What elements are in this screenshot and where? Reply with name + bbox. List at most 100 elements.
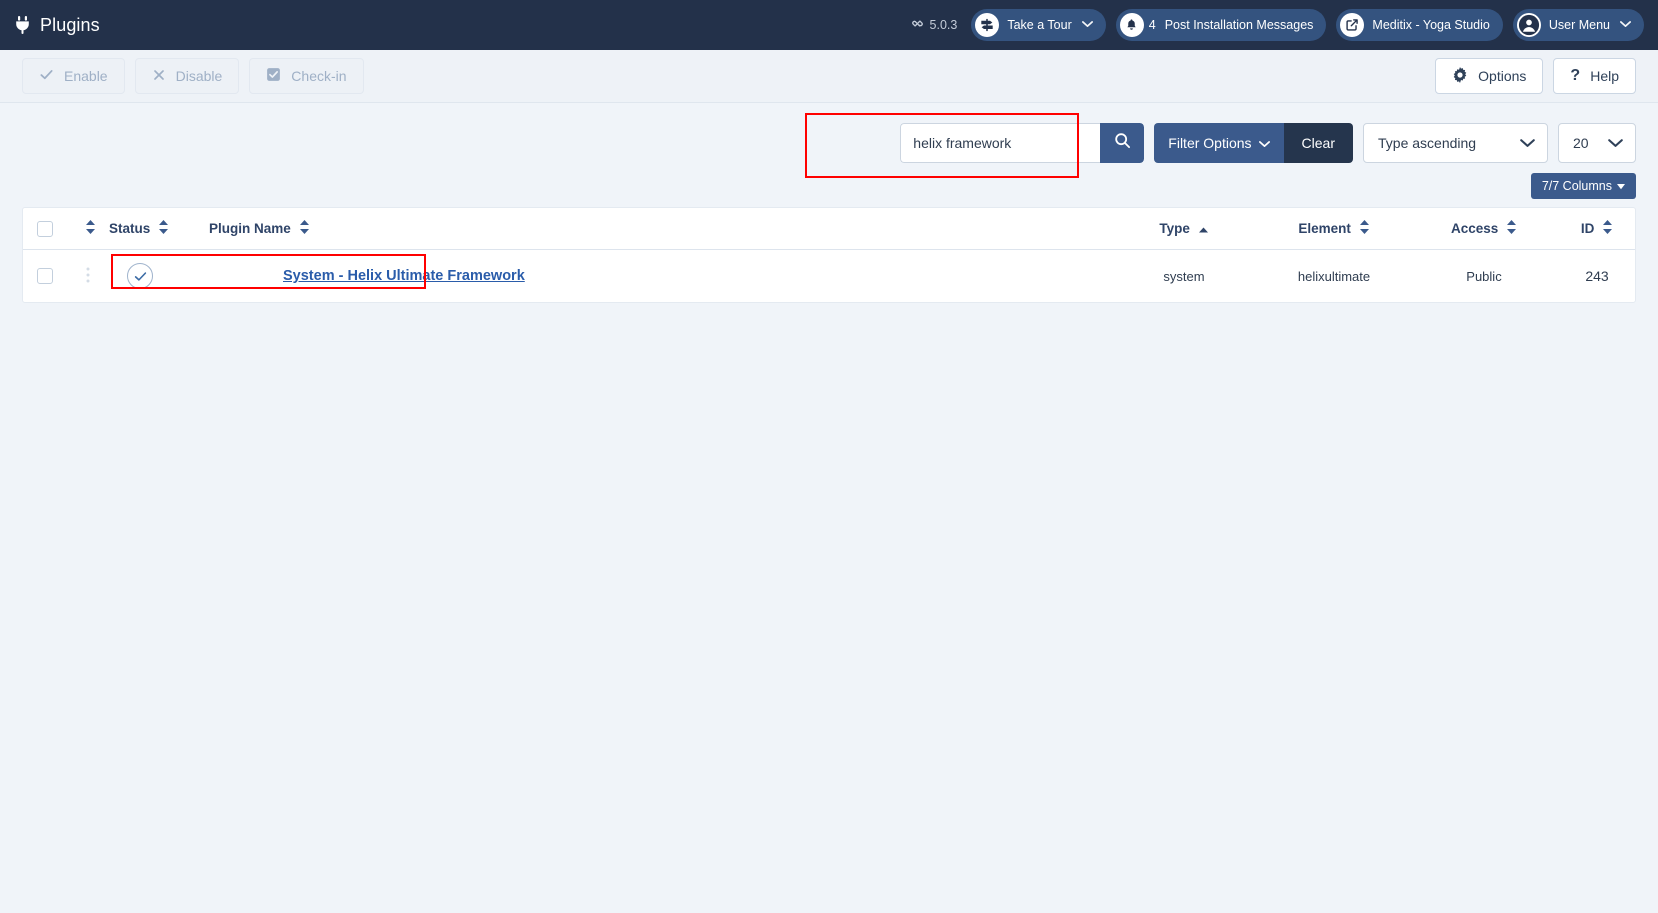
- sort-select[interactable]: Type ascending: [1363, 123, 1548, 163]
- take-a-tour-label: Take a Tour: [1007, 18, 1071, 32]
- row-plugin-name-cell: System - Helix Ultimate Framework: [195, 250, 1109, 303]
- checkin-button[interactable]: Check-in: [249, 58, 363, 94]
- sort-icon-id: [1602, 220, 1613, 237]
- clear-button[interactable]: Clear: [1284, 123, 1353, 163]
- filter-options-button[interactable]: Filter Options: [1154, 123, 1283, 163]
- chevron-down-icon: [1620, 20, 1631, 31]
- sort-icon-access: [1506, 220, 1517, 237]
- chevron-down-icon: [1507, 124, 1547, 162]
- messages-count: 4: [1149, 18, 1156, 32]
- table-body: System - Helix Ultimate Framework system…: [23, 250, 1635, 303]
- app-root: Plugins 5.0.3: [0, 0, 1658, 913]
- column-header-access[interactable]: Access: [1409, 208, 1559, 250]
- filter-bar: Filter Options Clear Type ascending 20: [22, 123, 1636, 163]
- table-head: Status Plugin Name Type: [23, 208, 1635, 250]
- sort-icon-ordering: [85, 220, 96, 237]
- plugins-table-card: Status Plugin Name Type: [22, 207, 1636, 303]
- column-header-element-label: Element: [1298, 221, 1351, 236]
- column-header-plugin-name-label: Plugin Name: [209, 221, 291, 236]
- action-toolbar: Enable Disable Check-in: [0, 50, 1658, 103]
- enable-label: Enable: [64, 68, 108, 84]
- joomla-version: 5.0.3: [911, 17, 958, 33]
- row-checkbox-cell: [23, 250, 67, 303]
- drag-handle-icon[interactable]: [86, 267, 90, 283]
- column-header-element[interactable]: Element: [1259, 208, 1409, 250]
- select-all-checkbox[interactable]: [37, 221, 53, 237]
- columns-toggle-button[interactable]: 7/7 Columns: [1531, 173, 1636, 199]
- row-access-cell: Public: [1409, 250, 1559, 303]
- column-header-id-label: ID: [1581, 221, 1595, 236]
- sort-icon-plugin-name: [299, 220, 310, 237]
- column-header-type-label: Type: [1159, 221, 1190, 236]
- x-icon: [152, 68, 166, 85]
- search-group: [900, 123, 1144, 163]
- take-a-tour-button[interactable]: Take a Tour: [971, 9, 1105, 41]
- app-header: Plugins 5.0.3: [0, 0, 1658, 50]
- page-title-group: Plugins: [14, 15, 100, 36]
- user-menu-button[interactable]: User Menu: [1513, 9, 1644, 41]
- page-title: Plugins: [40, 15, 100, 36]
- check-icon: [39, 67, 54, 85]
- user-circle-icon: [1517, 13, 1541, 37]
- options-label: Options: [1478, 68, 1526, 84]
- column-header-type[interactable]: Type: [1109, 208, 1259, 250]
- messages-label: Post Installation Messages: [1165, 18, 1314, 32]
- row-checkbox[interactable]: [37, 268, 53, 284]
- toolbar-right-group: Options ? Help: [1435, 58, 1636, 94]
- row-element-cell: helixultimate: [1259, 250, 1409, 303]
- chevron-down-icon: [1259, 135, 1270, 151]
- row-ordering-cell: [67, 250, 109, 303]
- version-label: 5.0.3: [930, 18, 958, 32]
- disable-label: Disable: [176, 68, 223, 84]
- post-installation-messages-button[interactable]: 4 Post Installation Messages: [1116, 9, 1327, 41]
- options-button[interactable]: Options: [1435, 58, 1543, 94]
- help-button[interactable]: ? Help: [1553, 58, 1636, 94]
- plug-icon: [14, 16, 31, 34]
- help-label: Help: [1590, 68, 1619, 84]
- main-content: Filter Options Clear Type ascending 20: [0, 103, 1658, 303]
- enable-button[interactable]: Enable: [22, 58, 125, 94]
- search-input[interactable]: [900, 123, 1100, 163]
- columns-row: 7/7 Columns: [22, 173, 1636, 199]
- header-actions: 5.0.3 Take a Tour: [911, 9, 1644, 41]
- plugin-name-link[interactable]: System - Helix Ultimate Framework: [283, 268, 525, 284]
- table-row: System - Helix Ultimate Framework system…: [23, 250, 1635, 303]
- chevron-down-icon: [1595, 124, 1635, 162]
- columns-label: 7/7 Columns: [1542, 179, 1612, 193]
- row-status-cell: [109, 250, 195, 303]
- sort-select-value: Type ascending: [1364, 135, 1490, 151]
- check-circle-icon[interactable]: [127, 263, 153, 289]
- clear-label: Clear: [1302, 135, 1335, 151]
- signpost-icon: [975, 13, 999, 37]
- column-header-plugin-name[interactable]: Plugin Name: [195, 208, 1109, 250]
- list-limit-value: 20: [1559, 135, 1589, 151]
- search-icon: [1114, 132, 1131, 154]
- column-header-ordering[interactable]: [67, 208, 109, 250]
- site-preview-button[interactable]: Meditix - Yoga Studio: [1336, 9, 1502, 41]
- column-header-access-label: Access: [1451, 221, 1498, 236]
- column-header-status-label: Status: [109, 221, 150, 236]
- column-header-status[interactable]: Status: [109, 208, 195, 250]
- filter-options-label: Filter Options: [1168, 135, 1251, 151]
- external-link-icon: [1340, 13, 1364, 37]
- bell-icon: [1120, 13, 1144, 37]
- table-header-row: Status Plugin Name Type: [23, 208, 1635, 250]
- caret-down-icon: [1617, 179, 1625, 193]
- row-id-cell: 243: [1559, 250, 1635, 303]
- user-menu-label: User Menu: [1549, 18, 1610, 32]
- disable-button[interactable]: Disable: [135, 58, 240, 94]
- search-button[interactable]: [1100, 123, 1144, 163]
- sort-icon-type-active-asc: [1198, 222, 1209, 237]
- question-mark-icon: ?: [1570, 67, 1580, 85]
- row-type-cell: system: [1109, 250, 1259, 303]
- site-name-label: Meditix - Yoga Studio: [1372, 18, 1489, 32]
- gear-icon: [1452, 67, 1468, 86]
- column-header-id[interactable]: ID: [1559, 208, 1635, 250]
- plugins-table: Status Plugin Name Type: [23, 208, 1635, 302]
- chevron-down-icon: [1082, 20, 1093, 31]
- filter-clear-group: Filter Options Clear: [1154, 123, 1353, 163]
- sort-icon-element: [1359, 220, 1370, 237]
- list-limit-select[interactable]: 20: [1558, 123, 1636, 163]
- joomla-logo-icon: [911, 17, 924, 33]
- checkin-label: Check-in: [291, 68, 346, 84]
